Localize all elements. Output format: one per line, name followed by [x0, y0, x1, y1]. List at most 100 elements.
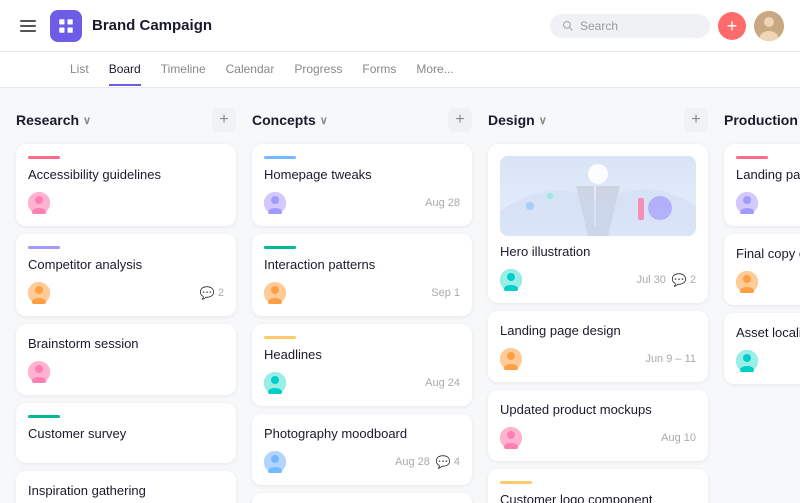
tab-board[interactable]: Board [109, 54, 141, 86]
card-interaction-patterns: Interaction patterns Sep 1 [252, 234, 472, 316]
card-footer: Aug 10 [500, 427, 696, 449]
card-customer-survey: Customer survey [16, 403, 236, 463]
column-header-design: Design ∨ + [488, 108, 708, 132]
avatar [264, 372, 286, 394]
card-footer: 💬 2 [28, 282, 224, 304]
column-production: Production ∨ + Landing page assets Jun 1… [724, 108, 800, 483]
chevron-down-icon: ∨ [320, 114, 328, 127]
card-hero-illustration: Hero illustration Jul 30 💬 2 [488, 144, 708, 303]
card-accent-pink [736, 156, 768, 159]
column-title-design: Design ∨ [488, 112, 547, 128]
header-left: Brand Campaign [16, 10, 538, 42]
avatar-image [28, 282, 50, 304]
tab-calendar[interactable]: Calendar [226, 54, 275, 86]
column-title-production: Production ∨ [724, 112, 800, 128]
tab-forms[interactable]: Forms [362, 54, 396, 86]
card-title: Landing page design [500, 323, 696, 340]
card-footer: Jun 2 [736, 350, 800, 372]
column-title-concepts: Concepts ∨ [252, 112, 328, 128]
card-accent-purple [28, 246, 60, 249]
card-thumbnail [500, 156, 696, 236]
tab-progress[interactable]: Progress [294, 54, 342, 86]
avatar [736, 350, 758, 372]
card-title: Accessibility guidelines [28, 167, 224, 184]
card-brainstorm-session: Brainstorm session [16, 324, 236, 395]
card-footer: Jul 30 💬 2 [500, 269, 696, 291]
search-placeholder: Search [580, 19, 618, 33]
card-footer: Jun 9 – 11 [500, 348, 696, 370]
comment-icon: 💬 [436, 455, 451, 469]
search-box[interactable]: Search [550, 14, 710, 38]
column-title-research: Research ∨ [16, 112, 91, 128]
card-customer-logo-component: Customer logo component Aug 12 [488, 469, 708, 503]
avatar [28, 282, 50, 304]
avatar-image [500, 427, 522, 449]
comment-count: 💬 2 [200, 286, 224, 300]
card-title: Final copy edits [736, 246, 800, 263]
card-title: Customer logo component [500, 492, 696, 503]
comment-icon: 💬 [200, 286, 215, 300]
avatar [264, 451, 286, 473]
card-title: Photography moodboard [264, 426, 460, 443]
card-careers-page-update: Careers page update Sep 3 💬 4 [252, 493, 472, 503]
tab-list[interactable]: List [70, 54, 89, 86]
card-footer: Sep 1 [264, 282, 460, 304]
avatar-image [500, 348, 522, 370]
card-asset-localization: Asset localization Jun 2 [724, 313, 800, 384]
card-accent-pink [28, 156, 60, 159]
add-card-concepts[interactable]: + [448, 108, 472, 132]
avatar [500, 269, 522, 291]
add-card-research[interactable]: + [212, 108, 236, 132]
avatar [736, 271, 758, 293]
hamburger-button[interactable] [16, 16, 40, 36]
card-competitor-analysis: Competitor analysis 💬 2 [16, 234, 236, 316]
tab-more[interactable]: More... [416, 54, 453, 86]
card-date: Sep 1 [431, 287, 460, 299]
card-date: Aug 24 [425, 377, 460, 389]
avatar-image [28, 361, 50, 383]
avatar-image [264, 372, 286, 394]
card-accent-green [28, 415, 60, 418]
avatar [500, 348, 522, 370]
column-concepts: Concepts ∨ + Homepage tweaks Aug 28 In [252, 108, 472, 483]
card-title: Customer survey [28, 426, 224, 443]
card-accent-orange [500, 481, 532, 484]
avatar-image [736, 271, 758, 293]
add-button[interactable]: + [718, 12, 746, 40]
card-footer [28, 361, 224, 383]
card-title: Brainstorm session [28, 336, 224, 353]
column-research: Research ∨ + Accessibility guidelines [16, 108, 236, 483]
avatar [28, 192, 50, 214]
avatar-image [500, 269, 522, 291]
card-title: Updated product mockups [500, 402, 696, 419]
nav-tabs: List Board Timeline Calendar Progress Fo… [0, 52, 800, 88]
card-footer: Aug 28 💬 4 [264, 451, 460, 473]
card-inspiration-gathering: Inspiration gathering [16, 471, 236, 503]
column-header-research: Research ∨ + [16, 108, 236, 132]
card-title: Interaction patterns [264, 257, 460, 274]
comment-icon: 💬 [672, 273, 687, 287]
card-accessibility-guidelines: Accessibility guidelines [16, 144, 236, 226]
user-avatar[interactable] [754, 11, 784, 41]
avatar-image [264, 192, 286, 214]
avatar-image [736, 192, 758, 214]
add-card-design[interactable]: + [684, 108, 708, 132]
avatar-image [264, 282, 286, 304]
card-date: Jun 9 – 11 [645, 353, 696, 365]
tab-timeline[interactable]: Timeline [161, 54, 206, 86]
avatar [500, 427, 522, 449]
card-title: Competitor analysis [28, 257, 224, 274]
card-landing-page-design: Landing page design Jun 9 – 11 [488, 311, 708, 382]
card-accent-blue [264, 156, 296, 159]
grid-icon [57, 17, 75, 35]
card-date: Jul 30 [637, 274, 666, 286]
chevron-down-icon: ∨ [539, 114, 547, 127]
card-landing-page-assets: Landing page assets Jun 18 [724, 144, 800, 226]
project-title: Brand Campaign [92, 17, 212, 34]
board: Research ∨ + Accessibility guidelines [0, 88, 800, 503]
card-photography-moodboard: Photography moodboard Aug 28 💬 4 [252, 414, 472, 485]
avatar [264, 192, 286, 214]
avatar-image [754, 11, 784, 41]
card-accent-green [264, 246, 296, 249]
column-header-production: Production ∨ + [724, 108, 800, 132]
